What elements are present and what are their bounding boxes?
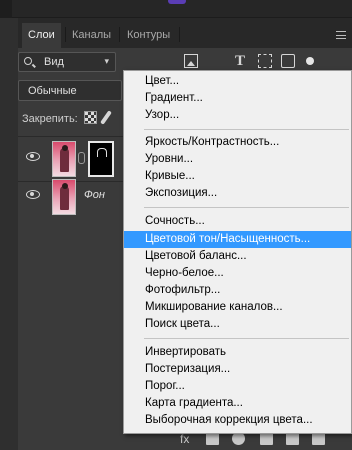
- blend-mode-select[interactable]: Обычные: [18, 80, 122, 101]
- menu-item-channel-mixer[interactable]: Микширование каналов...: [124, 299, 351, 316]
- filter-kind-label: Вид: [44, 56, 64, 68]
- left-edge: [0, 0, 12, 18]
- menu-item-invert[interactable]: Инвертировать: [124, 344, 351, 361]
- layer-thumbnail: [52, 141, 76, 177]
- menu-item-curves[interactable]: Кривые...: [124, 168, 351, 185]
- menu-item-color-balance[interactable]: Цветовой баланс...: [124, 248, 351, 265]
- tab-paths[interactable]: Контуры: [121, 23, 176, 48]
- layer-name: Фон: [84, 189, 105, 201]
- panel-tab-bar: Слои Каналы Контуры: [18, 18, 352, 48]
- eye-icon[interactable]: [26, 152, 40, 161]
- top-strip: [0, 0, 352, 18]
- menu-separator: [144, 338, 349, 339]
- menu-item-gradient[interactable]: Градиент...: [124, 90, 351, 107]
- layer-filter-select[interactable]: Вид ▾: [18, 52, 116, 72]
- menu-separator: [144, 207, 349, 208]
- chevron-down-icon: ▾: [104, 56, 109, 66]
- tab-channels[interactable]: Каналы: [66, 23, 117, 48]
- tab-layers[interactable]: Слои: [22, 23, 61, 48]
- layer-row[interactable]: Фон: [18, 175, 124, 219]
- menu-item-levels[interactable]: Уровни...: [124, 151, 351, 168]
- menu-item-threshold[interactable]: Порог...: [124, 378, 351, 395]
- panel-menu-icon[interactable]: [336, 31, 346, 39]
- eye-icon[interactable]: [26, 190, 40, 199]
- menu-item-hue-saturation[interactable]: Цветовой тон/Насыщенность...: [124, 231, 351, 248]
- smart-object-filter-icon[interactable]: [281, 54, 295, 68]
- shape-filter-icon[interactable]: [258, 54, 272, 68]
- menu-separator: [144, 129, 349, 130]
- menu-item-exposure[interactable]: Экспозиция...: [124, 185, 351, 202]
- tab-separator: [119, 27, 120, 42]
- menu-item-photo-filter[interactable]: Фотофильтр...: [124, 282, 351, 299]
- lock-transparency-icon[interactable]: [84, 111, 97, 124]
- blend-mode-label: Обычные: [28, 85, 77, 97]
- image-filter-icon[interactable]: [184, 54, 198, 68]
- layer-thumbnail: [52, 179, 76, 215]
- menu-item-gradient-map[interactable]: Карта градиента...: [124, 395, 351, 412]
- menu-item-color-lookup[interactable]: Поиск цвета...: [124, 316, 351, 333]
- menu-item-posterize[interactable]: Постеризация...: [124, 361, 351, 378]
- chain-link-icon[interactable]: [78, 152, 85, 164]
- menu-item-brightness-contrast[interactable]: Яркость/Контрастность...: [124, 134, 351, 151]
- search-icon: [24, 57, 32, 65]
- purple-accent: [168, 0, 186, 4]
- tab-separator: [179, 27, 180, 42]
- layer-mask-thumbnail[interactable]: [88, 141, 114, 177]
- adjustment-layer-menu: Цвет... Градиент... Узор... Яркость/Конт…: [123, 70, 352, 434]
- menu-item-solid-color[interactable]: Цвет...: [124, 73, 351, 90]
- menu-item-selective-color[interactable]: Выборочная коррекция цвета...: [124, 412, 351, 429]
- menu-item-vibrance[interactable]: Сочность...: [124, 213, 351, 230]
- filter-toggle-icon[interactable]: [306, 57, 314, 65]
- menu-item-pattern[interactable]: Узор...: [124, 107, 351, 124]
- menu-item-black-white[interactable]: Черно-белое...: [124, 265, 351, 282]
- text-filter-icon[interactable]: T: [233, 54, 247, 69]
- lock-label: Закрепить:: [22, 113, 78, 125]
